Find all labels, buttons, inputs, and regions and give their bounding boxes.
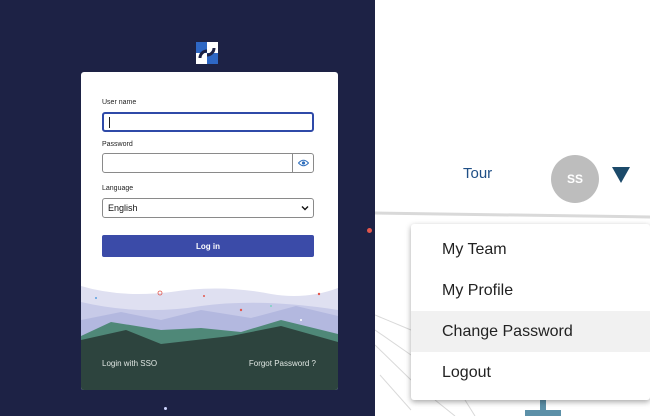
landscape-illustration: [81, 276, 338, 390]
eye-icon[interactable]: [292, 154, 313, 172]
text-caret: [109, 117, 110, 128]
decor-dot: [367, 228, 372, 233]
chevron-down-icon: [301, 206, 309, 211]
menu-item-change-password[interactable]: Change Password: [411, 311, 650, 352]
tour-link[interactable]: Tour: [463, 165, 492, 182]
menu-item-logout[interactable]: Logout: [411, 352, 650, 393]
app-logo: [196, 42, 218, 64]
language-label: Language: [102, 185, 134, 192]
password-field[interactable]: [102, 153, 314, 173]
login-card: User name Password Language English Log …: [81, 72, 338, 390]
menu-item-my-profile[interactable]: My Profile: [411, 270, 650, 311]
menu-item-my-team[interactable]: My Team: [411, 229, 650, 270]
login-button[interactable]: Log in: [102, 235, 314, 257]
login-screen: User name Password Language English Log …: [0, 0, 375, 416]
caret-down-icon[interactable]: [610, 165, 632, 185]
user-avatar[interactable]: SS: [551, 155, 599, 203]
username-label: User name: [102, 99, 137, 106]
language-select[interactable]: English: [102, 198, 314, 218]
forgot-password-link[interactable]: Forgot Password ?: [249, 359, 316, 368]
username-field[interactable]: [102, 112, 314, 132]
login-with-sso-link[interactable]: Login with SSO: [102, 359, 157, 368]
decor-dot: [164, 407, 167, 410]
password-label: Password: [102, 141, 133, 148]
user-dropdown-menu: My Team My Profile Change Password Logou…: [411, 224, 650, 400]
language-selected: English: [108, 203, 138, 213]
